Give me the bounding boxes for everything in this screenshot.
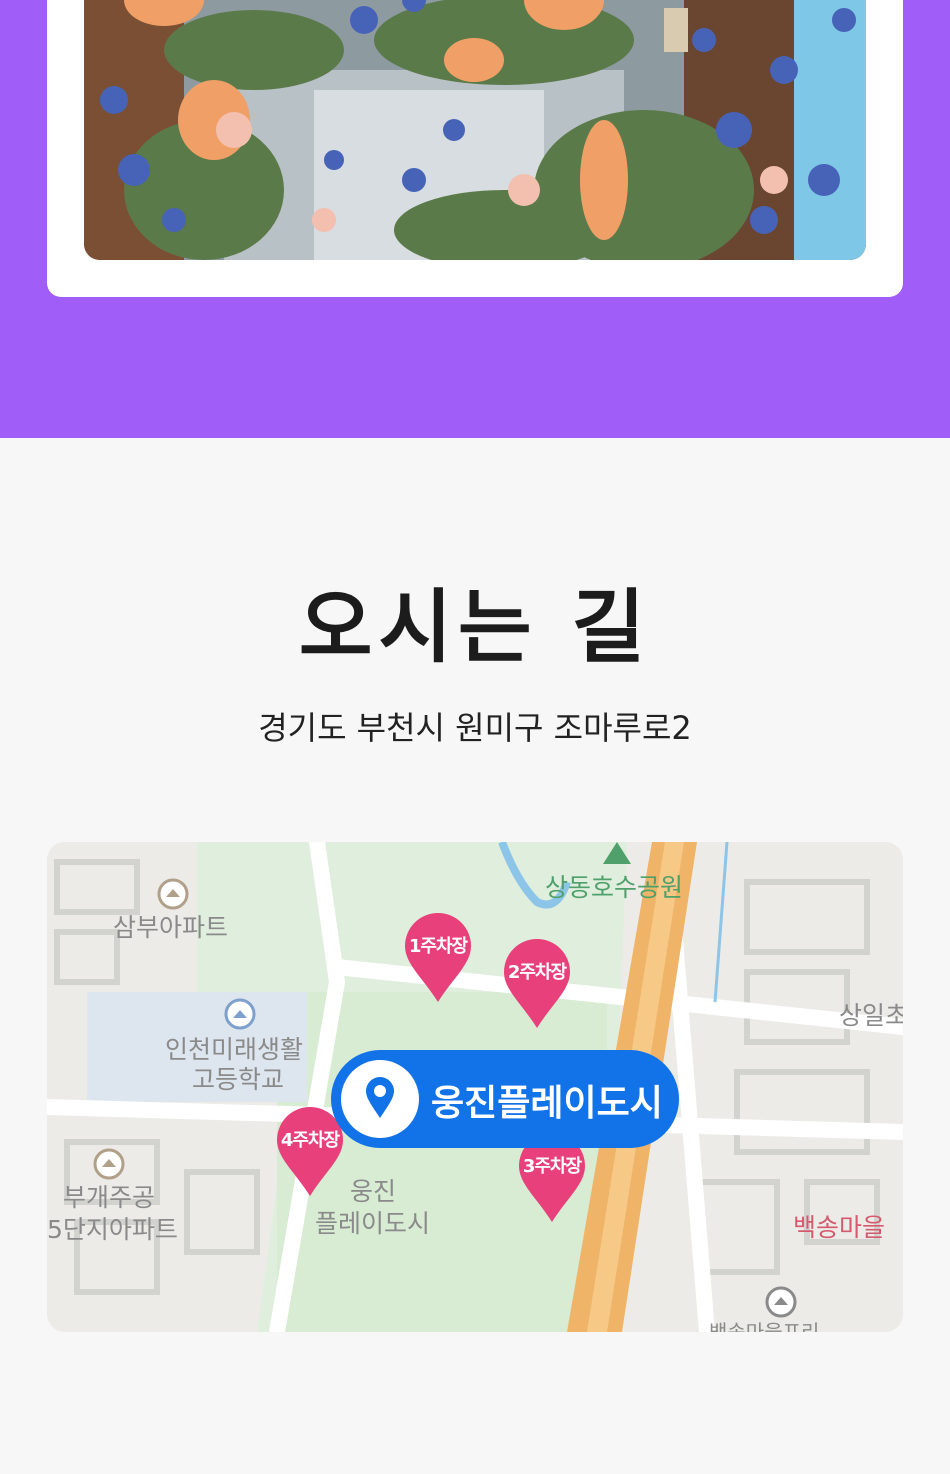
school-icon <box>224 998 256 1030</box>
parking-pin-4[interactable]: 4주차장 <box>275 1106 345 1198</box>
place-marker-label: 웅진플레이도시 <box>431 1083 663 1124</box>
map-label-woongjin-1: 웅진 <box>350 1177 397 1206</box>
flower-photo-illustration <box>84 0 866 260</box>
parking-pin-3-label: 3주차장 <box>522 1156 582 1177</box>
location-pin-icon <box>366 1077 394 1118</box>
map-label-baeksong: 백송마을 <box>793 1213 886 1242</box>
gallery-photo[interactable] <box>84 0 866 260</box>
map-label-bugae-1: 부개주공 <box>63 1183 156 1212</box>
parking-pin-1[interactable]: 1주차장 <box>403 912 473 1004</box>
place-marker-icon-circle <box>341 1060 419 1138</box>
map-label-school-2: 고등학교 <box>192 1065 285 1094</box>
map-label-sambu: 삼부아파트 <box>113 913 229 942</box>
parking-pin-2[interactable]: 2주차장 <box>502 938 572 1030</box>
gallery-section <box>0 0 950 438</box>
map-label-bugae-2: 5단지아파트 <box>47 1215 178 1244</box>
map-label-woongjin-2: 플레이도시 <box>315 1209 431 1238</box>
map-label-sangil: 상일초 <box>839 1001 903 1030</box>
village-icon <box>765 1286 797 1318</box>
park-icon <box>603 842 631 864</box>
directions-title: 오시는 길 <box>298 581 652 674</box>
photo-card <box>47 0 903 297</box>
parking-pin-2-label: 2주차장 <box>507 962 567 983</box>
map-label-school-1: 인천미래생활 <box>165 1035 304 1064</box>
parking-pin-icon <box>504 939 570 1028</box>
parking-pin-4-label: 4주차장 <box>280 1130 340 1151</box>
parking-pin-1-label: 1주차장 <box>408 936 468 957</box>
map-label-baeksong-bottom: 백송마을프리 <box>709 1320 820 1332</box>
map-label-park: 상동호수공원 <box>545 873 684 902</box>
place-marker[interactable]: 웅진플레이도시 <box>331 1050 679 1148</box>
parking-pin-icon <box>405 913 471 1002</box>
parking-pin-icon <box>277 1107 343 1196</box>
location-map[interactable]: 상동호수공원 삼부아파트 인천미래생활 고등학교 부개주공 5단지아파트 웅진 … <box>47 842 903 1332</box>
directions-address: 경기도 부천시 원미구 조마루로2 <box>258 709 692 747</box>
building-icon <box>157 878 189 910</box>
apartment-icon <box>93 1148 125 1180</box>
